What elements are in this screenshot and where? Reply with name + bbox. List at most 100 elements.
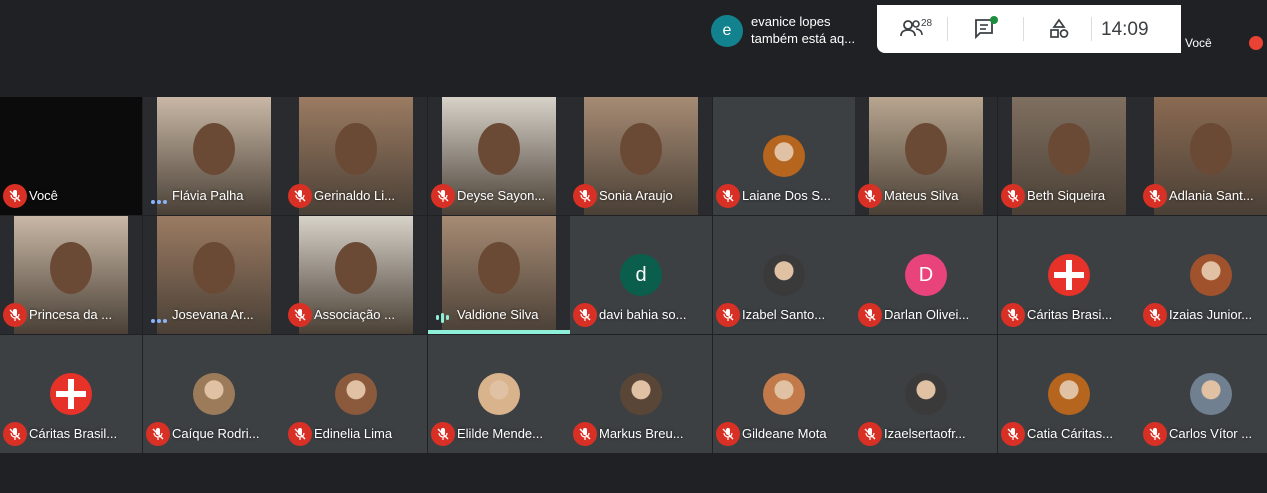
participant-name: Carlos Vítor ... (1169, 426, 1253, 441)
participant-tile[interactable]: Beth Siqueira (998, 97, 1140, 215)
mic-off-icon (1001, 422, 1025, 446)
participant-tile[interactable]: Izaelsertaofr... (855, 335, 997, 453)
divider (1023, 17, 1024, 41)
participant-tile[interactable]: Sonia Araujo (570, 97, 712, 215)
participant-face (478, 123, 520, 175)
active-speaker-bar (428, 330, 570, 334)
participant-tile[interactable]: Você (0, 97, 142, 215)
meeting-clock: 14:09 (1101, 19, 1149, 40)
participant-tile[interactable]: Flávia Palha (143, 97, 285, 215)
participant-label: Carlos Vítor ... (1140, 421, 1267, 447)
participant-face (193, 242, 235, 294)
mic-off-icon (431, 422, 455, 446)
participant-label: Gildeane Mota (713, 421, 855, 447)
participant-name: Elilde Mende... (457, 426, 543, 441)
participant-label: Sonia Araujo (570, 183, 712, 209)
divider (947, 17, 948, 41)
participant-face (50, 242, 92, 294)
participant-tile[interactable]: Elilde Mende... (428, 335, 570, 453)
participant-name: Cáritas Brasil... (29, 426, 118, 441)
participant-tile[interactable]: d davi bahia so... (570, 216, 712, 334)
participant-face (335, 242, 377, 294)
mic-off-icon (573, 184, 597, 208)
participant-face (1048, 123, 1090, 175)
participant-tile[interactable]: Mateus Silva (855, 97, 997, 215)
activities-button[interactable] (1039, 13, 1079, 45)
mic-off-icon (1001, 184, 1025, 208)
participant-face (335, 123, 377, 175)
notification-avatar: e (711, 15, 743, 47)
participant-name: Edinelia Lima (314, 426, 393, 441)
participant-name: Gildeane Mota (742, 426, 827, 441)
participant-label: Izaias Junior... (1140, 302, 1267, 328)
participant-tile[interactable]: Valdione Silva (428, 216, 570, 334)
participant-label: Markus Breu... (570, 421, 712, 447)
participant-name: Valdione Silva (457, 307, 539, 322)
divider (1091, 17, 1092, 41)
participant-tile[interactable]: Josevana Ar... (143, 216, 285, 334)
activities-icon (1050, 18, 1069, 38)
participant-tile[interactable]: Laiane Dos S... (713, 97, 855, 215)
participant-label: Adlania Sant... (1140, 183, 1267, 209)
participant-name: Izaias Junior... (1169, 307, 1253, 322)
participant-label: Associação ... (285, 302, 427, 328)
participant-name: Beth Siqueira (1027, 188, 1106, 203)
participant-label: Valdione Silva (428, 302, 570, 328)
participant-label: Caíque Rodri... (143, 421, 285, 447)
participant-tile[interactable]: Adlania Sant... (1140, 97, 1267, 215)
join-notification[interactable]: e evanice lopes também está aq... (703, 8, 877, 52)
participant-label: Flávia Palha (143, 183, 285, 209)
participant-tile[interactable]: D Darlan Olivei... (855, 216, 997, 334)
mic-off-icon (573, 303, 597, 327)
mic-off-icon (3, 303, 27, 327)
participant-face (620, 123, 662, 175)
participant-tile[interactable]: Gerinaldo Li... (285, 97, 427, 215)
mic-off-icon (858, 422, 882, 446)
participant-avatar (1190, 373, 1232, 415)
self-preview[interactable]: Você (1181, 5, 1267, 59)
mic-off-icon (716, 184, 740, 208)
mic-off-icon (858, 303, 882, 327)
participant-label: Beth Siqueira (998, 183, 1140, 209)
participant-tile[interactable]: Izabel Santo... (713, 216, 855, 334)
self-preview-name: Você (1185, 36, 1212, 50)
participant-tile[interactable]: Princesa da ... (0, 216, 142, 334)
participant-name: Cáritas Brasi... (1027, 307, 1113, 322)
participant-tile[interactable]: Caíque Rodri... (143, 335, 285, 453)
participant-tile[interactable]: Catia Cáritas... (998, 335, 1140, 453)
participant-name: Josevana Ar... (172, 307, 254, 322)
participant-tile[interactable]: Associação ... (285, 216, 427, 334)
participant-tile[interactable]: Deyse Sayon... (428, 97, 570, 215)
participant-name: Flávia Palha (172, 188, 244, 203)
meeting-stage: e evanice lopes também está aq... 28 14:… (0, 0, 1267, 493)
participant-tile[interactable]: Izaias Junior... (1140, 216, 1267, 334)
participant-label: Izabel Santo... (713, 302, 855, 328)
participant-tile[interactable]: Cáritas Brasi... (998, 216, 1140, 334)
mic-off-icon (716, 422, 740, 446)
participant-tile[interactable]: Edinelia Lima (285, 335, 427, 453)
participant-label: Cáritas Brasil... (0, 421, 142, 447)
participant-name: Sonia Araujo (599, 188, 673, 203)
chat-unread-dot (990, 16, 998, 24)
participant-avatar (193, 373, 235, 415)
participant-tile[interactable]: Markus Breu... (570, 335, 712, 453)
participant-label: Princesa da ... (0, 302, 142, 328)
participant-label: Cáritas Brasi... (998, 302, 1140, 328)
participant-tile[interactable]: Gildeane Mota (713, 335, 855, 453)
participant-face (905, 123, 947, 175)
participant-name: Izabel Santo... (742, 307, 826, 322)
participant-tile[interactable]: Cáritas Brasil... (0, 335, 142, 453)
participant-label: davi bahia so... (570, 302, 712, 328)
participant-face (193, 123, 235, 175)
mic-off-icon (3, 184, 27, 208)
participant-label: Você (0, 183, 142, 209)
audio-idle-icon (151, 191, 169, 204)
participant-name: Darlan Olivei... (884, 307, 970, 322)
participant-label: Deyse Sayon... (428, 183, 570, 209)
participant-avatar (335, 373, 377, 415)
participant-tile[interactable]: Carlos Vítor ... (1140, 335, 1267, 453)
caritas-logo-icon (1048, 254, 1090, 296)
mic-off-icon (3, 422, 27, 446)
participant-label: Darlan Olivei... (855, 302, 997, 328)
chat-button[interactable] (965, 13, 1005, 45)
